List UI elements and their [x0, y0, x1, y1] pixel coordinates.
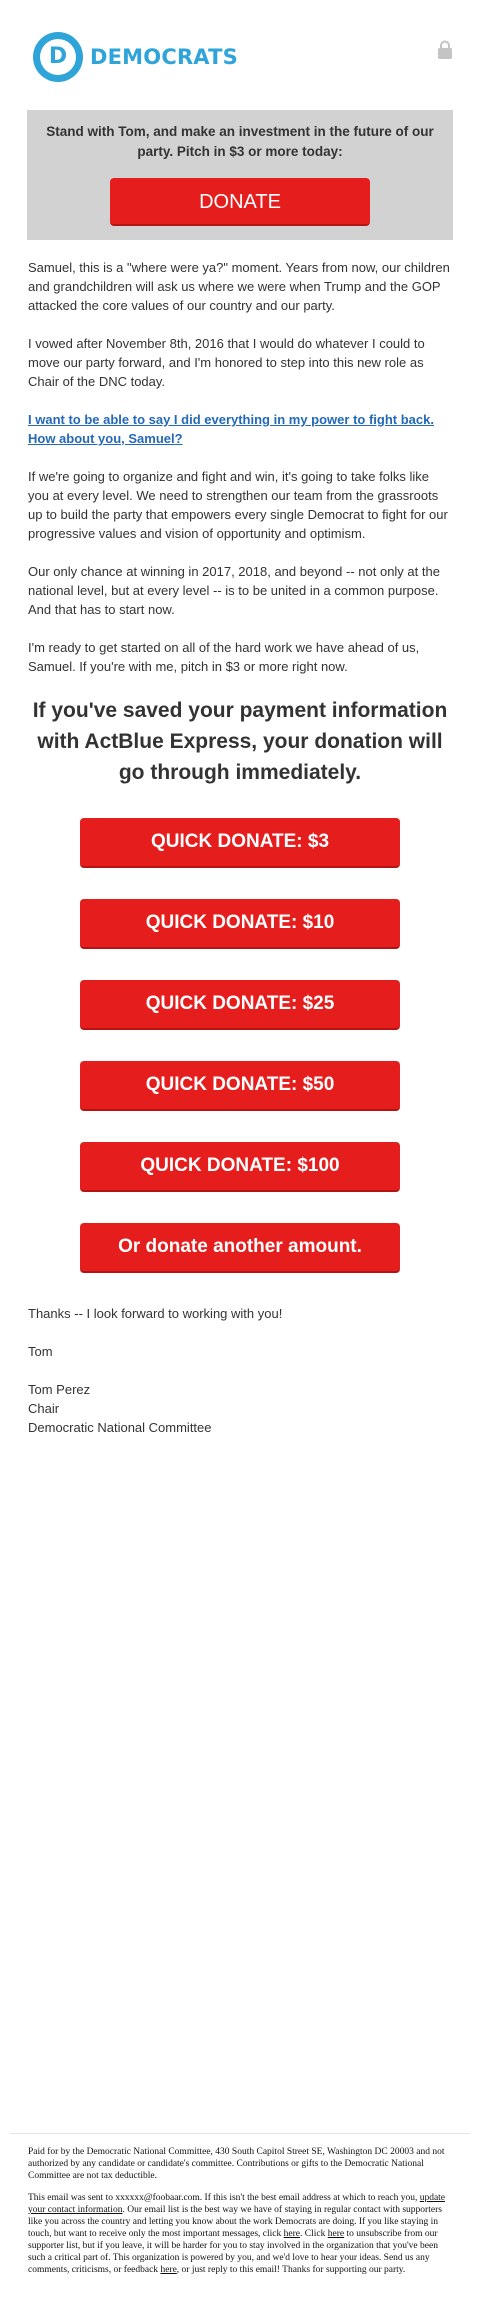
- body-paragraph: Samuel, this is a "where were ya?" momen…: [28, 260, 450, 313]
- feedback-link[interactable]: here: [160, 2265, 176, 2275]
- logo-text: DEMOCRATS: [90, 45, 238, 69]
- subscription-notice: This email was sent to xxxxxx@foobaar.co…: [28, 2192, 452, 2276]
- donate-other-amount-button[interactable]: Or donate another amount.: [80, 1223, 400, 1273]
- fight-back-link[interactable]: I want to be able to say I did everythin…: [28, 412, 434, 446]
- donate-button[interactable]: DONATE: [110, 178, 370, 226]
- actblue-headline: If you've saved your payment information…: [32, 699, 448, 784]
- important-messages-link[interactable]: here: [284, 2229, 300, 2239]
- quick-donate-25-button[interactable]: QUICK DONATE: $25: [80, 980, 400, 1030]
- quick-donate-50-button[interactable]: QUICK DONATE: $50: [80, 1061, 400, 1111]
- body-paragraph: I vowed after November 8th, 2016 that I …: [28, 336, 425, 389]
- email-footer: Paid for by the Democratic National Comm…: [28, 2146, 452, 2286]
- notice-text: . Click: [300, 2229, 328, 2239]
- democrats-logo[interactable]: D DEMOCRATS: [33, 32, 238, 82]
- notice-text: This email was sent to xxxxxx@foobaar.co…: [28, 2193, 420, 2203]
- quick-donate-3-button[interactable]: QUICK DONATE: $3: [80, 818, 400, 868]
- closing-sign: Tom: [28, 1344, 53, 1359]
- signature-title: Chair: [28, 1401, 60, 1416]
- donate-banner: Stand with Tom, and make an investment i…: [27, 110, 453, 240]
- closing-thanks: Thanks -- I look forward to working with…: [28, 1306, 283, 1321]
- signature-org: Democratic National Committee: [28, 1420, 212, 1435]
- footer-divider: [10, 2133, 470, 2134]
- logo-letter: D: [48, 44, 68, 69]
- lock-icon: [438, 40, 452, 59]
- unsubscribe-link[interactable]: here: [328, 2229, 344, 2239]
- signature-name: Tom Perez: [28, 1382, 91, 1397]
- body-paragraph: Our only chance at winning in 2017, 2018…: [28, 564, 440, 617]
- notice-text: , or just reply to this email! Thanks fo…: [176, 2265, 406, 2275]
- fight-back-paragraph: I want to be able to say I did everythin…: [28, 410, 452, 448]
- banner-text: Stand with Tom, and make an investment i…: [46, 124, 434, 159]
- body-paragraph: I'm ready to get started on all of the h…: [28, 640, 420, 674]
- body-paragraph: If we're going to organize and fight and…: [28, 469, 448, 541]
- quick-donate-10-button[interactable]: QUICK DONATE: $10: [80, 899, 400, 949]
- email-header: D DEMOCRATS: [0, 0, 480, 110]
- closing: Thanks -- I look forward to working with…: [28, 1304, 452, 1437]
- democrats-d-logo-icon: D: [33, 32, 83, 82]
- email-body: Samuel, this is a "where were ya?" momen…: [28, 258, 452, 676]
- paid-for-disclaimer: Paid for by the Democratic National Comm…: [28, 2147, 445, 2181]
- quick-donate-100-button[interactable]: QUICK DONATE: $100: [80, 1142, 400, 1192]
- quick-donate-list: QUICK DONATE: $3 QUICK DONATE: $10 QUICK…: [0, 818, 480, 1273]
